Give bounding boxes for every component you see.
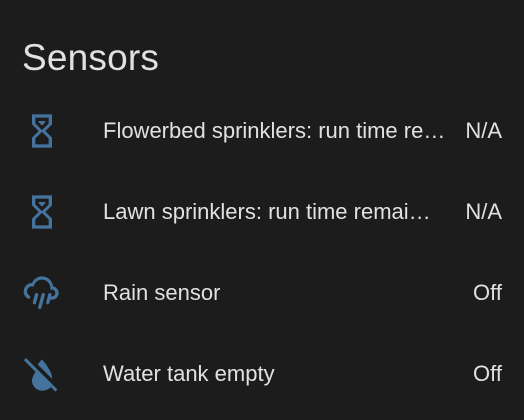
sensor-value: Off xyxy=(473,360,502,386)
sensor-value: N/A xyxy=(465,117,502,143)
sensor-row-rain-sensor[interactable]: Rain sensor Off xyxy=(0,252,524,333)
timer-sand-icon[interactable] xyxy=(22,111,62,151)
weather-pouring-icon[interactable] xyxy=(22,273,62,313)
sensor-list: Flowerbed sprinklers: run time remaining… xyxy=(0,90,524,414)
sensor-name: Flowerbed sprinklers: run time remaining xyxy=(103,117,449,143)
sensors-card: Sensors Flowerbed sprinklers: run time r… xyxy=(0,0,524,420)
sensor-name: Rain sensor xyxy=(103,279,221,305)
card-title: Sensors xyxy=(22,37,160,78)
water-off-icon[interactable] xyxy=(22,354,62,394)
timer-sand-icon[interactable] xyxy=(22,192,62,232)
sensor-name: Lawn sprinklers: run time remaining xyxy=(103,198,436,224)
sensor-name: Water tank empty xyxy=(103,360,275,386)
sensor-row-lawn-run-time[interactable]: Lawn sprinklers: run time remaining N/A xyxy=(0,171,524,252)
sensor-value: Off xyxy=(473,279,502,305)
sensor-row-flowerbed-run-time[interactable]: Flowerbed sprinklers: run time remaining… xyxy=(0,90,524,171)
sensor-row-water-tank-empty[interactable]: Water tank empty Off xyxy=(0,333,524,414)
sensor-value: N/A xyxy=(465,198,502,224)
